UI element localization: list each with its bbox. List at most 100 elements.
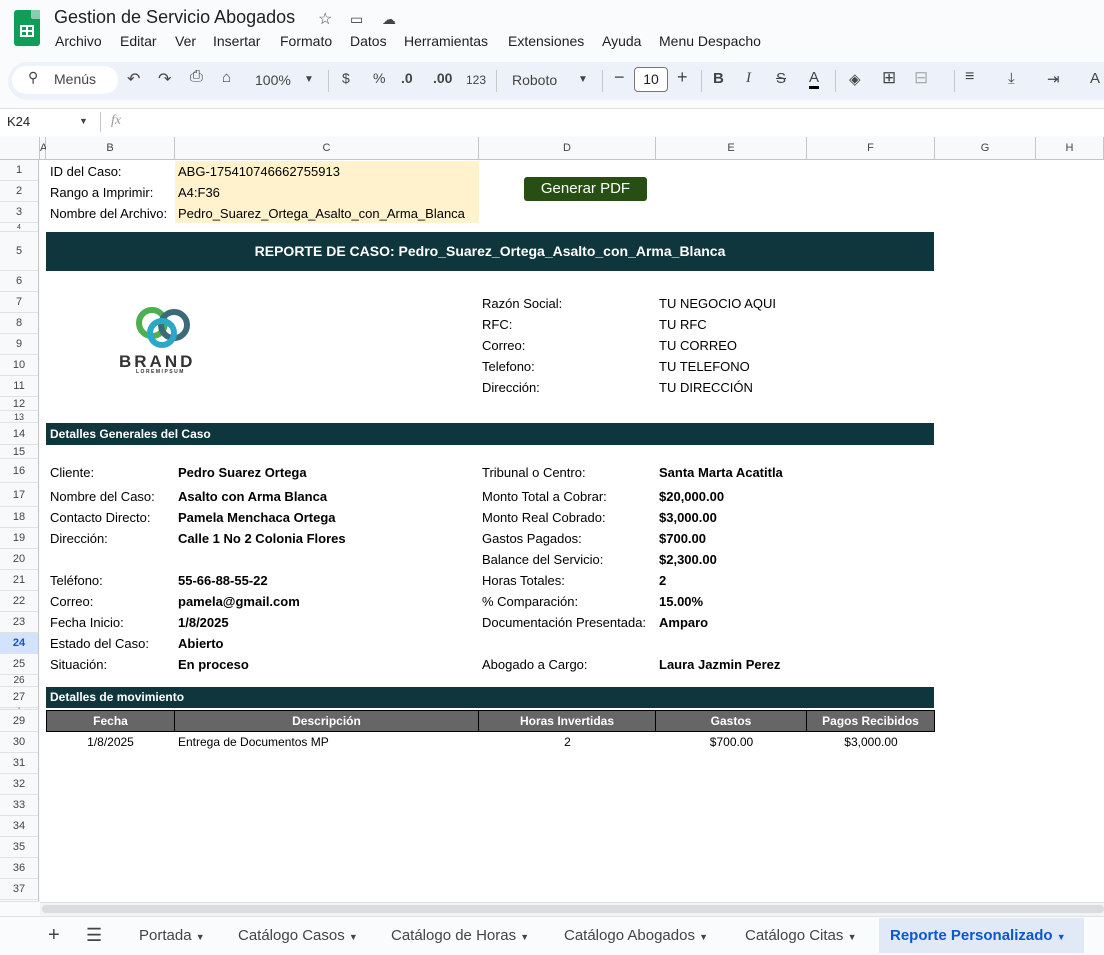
text-rotation-icon[interactable]: A xyxy=(1090,70,1100,87)
redo-icon[interactable]: ↷ xyxy=(158,69,171,89)
select-all-corner[interactable] xyxy=(0,137,40,160)
row-header[interactable]: 14 xyxy=(0,423,39,445)
column-header-d[interactable]: D xyxy=(479,137,656,160)
sheet-tab-portada[interactable]: Portada ▼ xyxy=(139,918,205,953)
undo-icon[interactable]: ↶ xyxy=(127,69,140,89)
increase-font-size-icon[interactable]: + xyxy=(677,67,688,88)
case-id-value[interactable]: ABG-175410746662755913 xyxy=(178,164,340,179)
sheet-tab-catalogo-horas[interactable]: Catálogo de Horas ▼ xyxy=(391,918,529,953)
menu-archivo[interactable]: Archivo xyxy=(55,33,102,49)
increase-decimals-button[interactable]: .00 xyxy=(433,70,452,86)
menu-ver[interactable]: Ver xyxy=(175,33,196,49)
merge-cells-icon[interactable]: ⊟ xyxy=(914,68,928,88)
sheet-tab-reporte-personalizado[interactable]: Reporte Personalizado ▼ xyxy=(879,918,1084,953)
all-sheets-icon[interactable]: ☰ xyxy=(86,918,102,953)
decrease-decimals-button[interactable]: .0 xyxy=(401,70,413,86)
row-header[interactable]: 37 xyxy=(0,879,39,900)
currency-format-button[interactable]: $ xyxy=(342,70,350,86)
row-header[interactable]: 26 xyxy=(0,675,39,687)
document-title[interactable]: Gestion de Servicio Abogados xyxy=(54,7,295,28)
generate-pdf-button[interactable]: Generar PDF xyxy=(524,177,647,201)
row-header[interactable]: 18 xyxy=(0,507,39,528)
horizontal-align-icon[interactable]: ≡ xyxy=(965,68,974,86)
sheet-tab-catalogo-casos[interactable]: Catálogo Casos ▼ xyxy=(238,918,358,953)
row-header[interactable]: 11 xyxy=(0,376,39,397)
row-header[interactable]: 17 xyxy=(0,483,39,507)
row-header[interactable]: 16 xyxy=(0,459,39,483)
text-color-icon[interactable]: A xyxy=(809,70,820,89)
row-header[interactable]: 1 xyxy=(0,160,39,181)
vertical-align-icon[interactable]: ⤓ xyxy=(1008,70,1015,87)
scrollbar-thumb[interactable] xyxy=(42,905,1104,913)
row-header[interactable]: 12 xyxy=(0,397,39,411)
menu-editar[interactable]: Editar xyxy=(120,33,157,49)
menu-herramientas[interactable]: Herramientas xyxy=(404,33,488,49)
menu-extensiones[interactable]: Extensiones xyxy=(508,33,584,49)
column-header-f[interactable]: F xyxy=(807,137,935,160)
row-header[interactable]: 34 xyxy=(0,816,39,837)
menu-insertar[interactable]: Insertar xyxy=(213,33,260,49)
sheet-tab-catalogo-citas[interactable]: Catálogo Citas ▼ xyxy=(745,918,856,953)
row-header[interactable]: 30 xyxy=(0,732,39,753)
menu-formato[interactable]: Formato xyxy=(280,33,332,49)
chevron-down-icon[interactable]: ▼ xyxy=(79,116,88,126)
row-header[interactable]: 25 xyxy=(0,654,39,675)
print-icon[interactable]: ⎙ xyxy=(190,68,203,86)
row-header[interactable]: 21 xyxy=(0,570,39,591)
row-header-selected[interactable]: 24 xyxy=(0,633,39,654)
row-header[interactable]: 19 xyxy=(0,528,39,549)
row-header[interactable]: 7 xyxy=(0,292,39,313)
decrease-font-size-icon[interactable]: − xyxy=(614,67,625,88)
menu-ayuda[interactable]: Ayuda xyxy=(602,33,641,49)
borders-icon[interactable]: ⊞ xyxy=(882,68,896,88)
percent-format-button[interactable]: % xyxy=(373,70,385,86)
column-header-g[interactable]: G xyxy=(935,137,1036,160)
file-name-value[interactable]: Pedro_Suarez_Ortega_Asalto_con_Arma_Blan… xyxy=(178,206,465,221)
print-range-value[interactable]: A4:F36 xyxy=(178,185,220,200)
row-header[interactable]: 3 xyxy=(0,202,39,223)
cloud-status-icon[interactable]: ☁ xyxy=(382,11,396,28)
italic-icon[interactable]: I xyxy=(746,70,751,87)
row-header[interactable]: 13 xyxy=(0,411,39,423)
strikethrough-icon[interactable]: S xyxy=(776,70,786,87)
row-header[interactable]: 29 xyxy=(0,710,39,732)
row-header[interactable]: 10 xyxy=(0,355,39,376)
row-header[interactable]: 6 xyxy=(0,271,39,292)
menu-despacho[interactable]: Menu Despacho xyxy=(659,33,761,49)
column-header-e[interactable]: E xyxy=(656,137,807,160)
font-size-input[interactable]: 10 xyxy=(634,67,668,92)
row-header[interactable]: 2 xyxy=(0,181,39,202)
sheet-tab-catalogo-abogados[interactable]: Catálogo Abogados ▼ xyxy=(564,918,708,953)
row-header[interactable]: 9 xyxy=(0,334,39,355)
column-header-b[interactable]: B xyxy=(46,137,175,160)
row-header[interactable]: 31 xyxy=(0,753,39,774)
star-icon[interactable]: ☆ xyxy=(318,9,332,29)
add-sheet-icon[interactable]: + xyxy=(48,918,60,953)
row-header[interactable]: 8 xyxy=(0,313,39,334)
row-header[interactable]: 15 xyxy=(0,445,39,459)
row-header[interactable]: 35 xyxy=(0,837,39,858)
row-header[interactable]: 20 xyxy=(0,549,39,570)
font-select[interactable]: Roboto xyxy=(512,72,557,88)
text-wrapping-icon[interactable]: ⇥ xyxy=(1047,70,1060,88)
column-header-c[interactable]: C xyxy=(175,137,479,160)
menu-datos[interactable]: Datos xyxy=(350,33,387,49)
row-header[interactable]: 22 xyxy=(0,591,39,612)
sheets-logo-icon[interactable] xyxy=(14,10,40,46)
more-formats-button[interactable]: 123 xyxy=(466,73,486,87)
column-header-h[interactable]: H xyxy=(1036,137,1104,160)
paint-format-icon[interactable]: ⌂ xyxy=(222,69,231,86)
row-header[interactable]: 33 xyxy=(0,795,39,816)
bold-icon[interactable]: B xyxy=(713,70,724,87)
move-folder-icon[interactable]: ▭ xyxy=(350,11,363,28)
row-header[interactable]: 5 xyxy=(0,232,39,271)
zoom-select[interactable]: 100% xyxy=(255,72,291,88)
row-header[interactable]: 32 xyxy=(0,774,39,795)
sheet-tab-label: Portada xyxy=(139,927,192,944)
name-box[interactable]: K24 xyxy=(7,114,30,129)
row-header[interactable]: 27 xyxy=(0,687,39,708)
row-header[interactable]: 36 xyxy=(0,858,39,879)
fill-color-icon[interactable]: ◈ xyxy=(849,70,861,88)
row-header[interactable]: 4 xyxy=(0,223,39,232)
row-header[interactable]: 23 xyxy=(0,612,39,633)
